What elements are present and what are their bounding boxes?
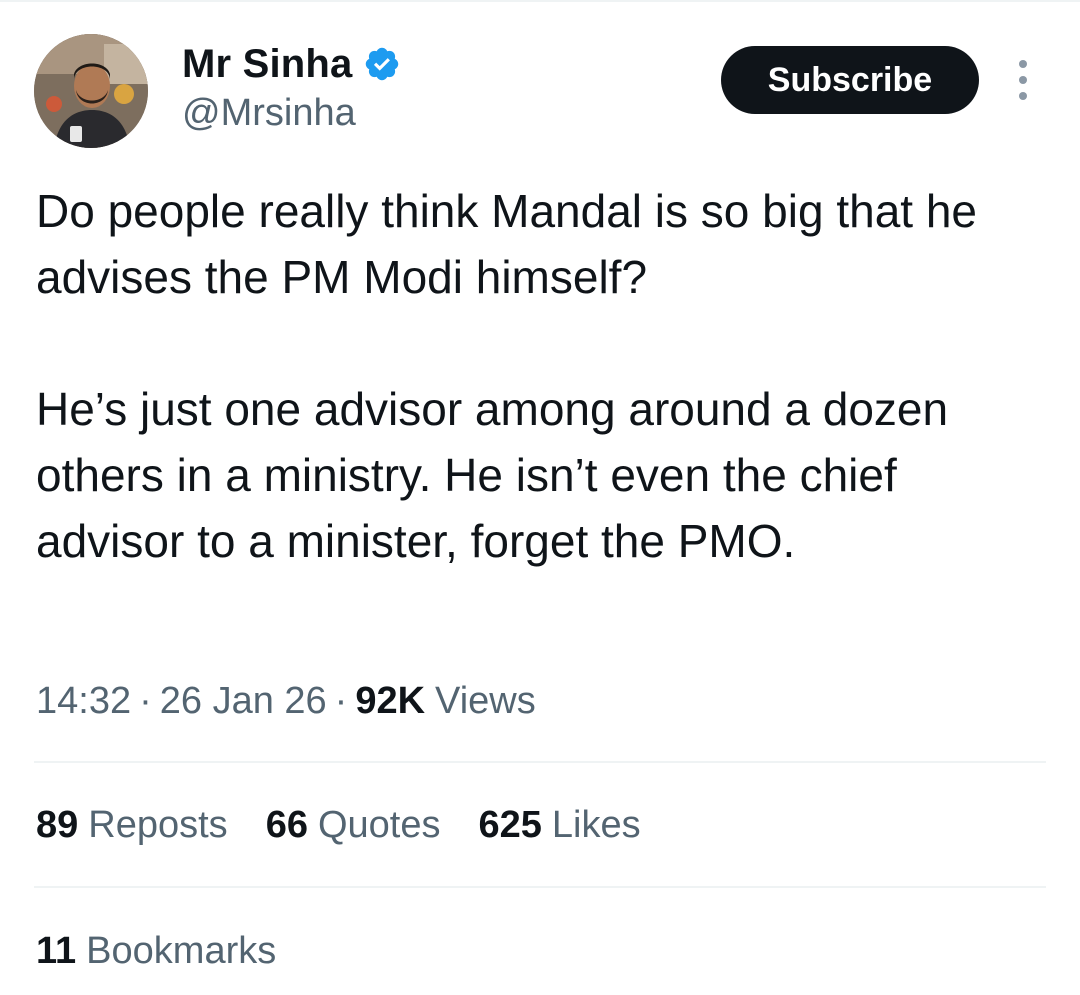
more-dot [1019, 92, 1027, 100]
meta-separator: · [139, 680, 152, 722]
tweet-meta: 14:32 · 26 Jan 26 · 92K Views [36, 680, 536, 723]
tweet-date[interactable]: 26 Jan 26 [160, 680, 327, 723]
avatar[interactable] [34, 34, 148, 148]
quotes-stat[interactable]: 66 Quotes [266, 804, 441, 847]
avatar-image [34, 34, 148, 148]
author-name[interactable]: Mr Sinha [182, 42, 353, 87]
views-label: Views [435, 680, 536, 722]
reposts-stat[interactable]: 89 Reposts [36, 804, 228, 847]
more-vertical-icon[interactable] [1008, 60, 1038, 100]
tweet-text: Do people really think Mandal is so big … [36, 178, 1056, 574]
likes-label: Likes [551, 804, 641, 846]
meta-separator: · [334, 680, 348, 722]
more-dot [1019, 60, 1027, 68]
views-count: 92K [355, 680, 426, 722]
likes-stat[interactable]: 625 Likes [479, 804, 641, 847]
author-handle[interactable]: @Mrsinha [182, 92, 356, 135]
tweet-time[interactable]: 14:32 [36, 680, 131, 723]
bookmarks-label: Bookmarks [86, 930, 277, 972]
tweet-paragraph: He’s just one advisor among around a doz… [36, 383, 949, 567]
divider [34, 886, 1046, 888]
bookmarks-stat[interactable]: 11 Bookmarks [36, 930, 276, 973]
reposts-count: 89 [36, 804, 79, 846]
author-name-row: Mr Sinha [182, 38, 401, 90]
quotes-label: Quotes [317, 804, 441, 846]
divider [34, 761, 1046, 763]
more-dot [1019, 76, 1027, 84]
quotes-count: 66 [265, 804, 308, 846]
top-border [0, 0, 1080, 2]
subscribe-button[interactable]: Subscribe [721, 46, 979, 114]
reposts-label: Reposts [88, 804, 228, 846]
likes-count: 625 [478, 804, 542, 846]
verified-badge-icon [363, 45, 401, 83]
bookmarks-count: 11 [36, 930, 77, 972]
tweet-paragraph: Do people really think Mandal is so big … [36, 185, 978, 303]
engagement-stats: 89 Reposts 66 Quotes 625 Likes [36, 804, 679, 847]
